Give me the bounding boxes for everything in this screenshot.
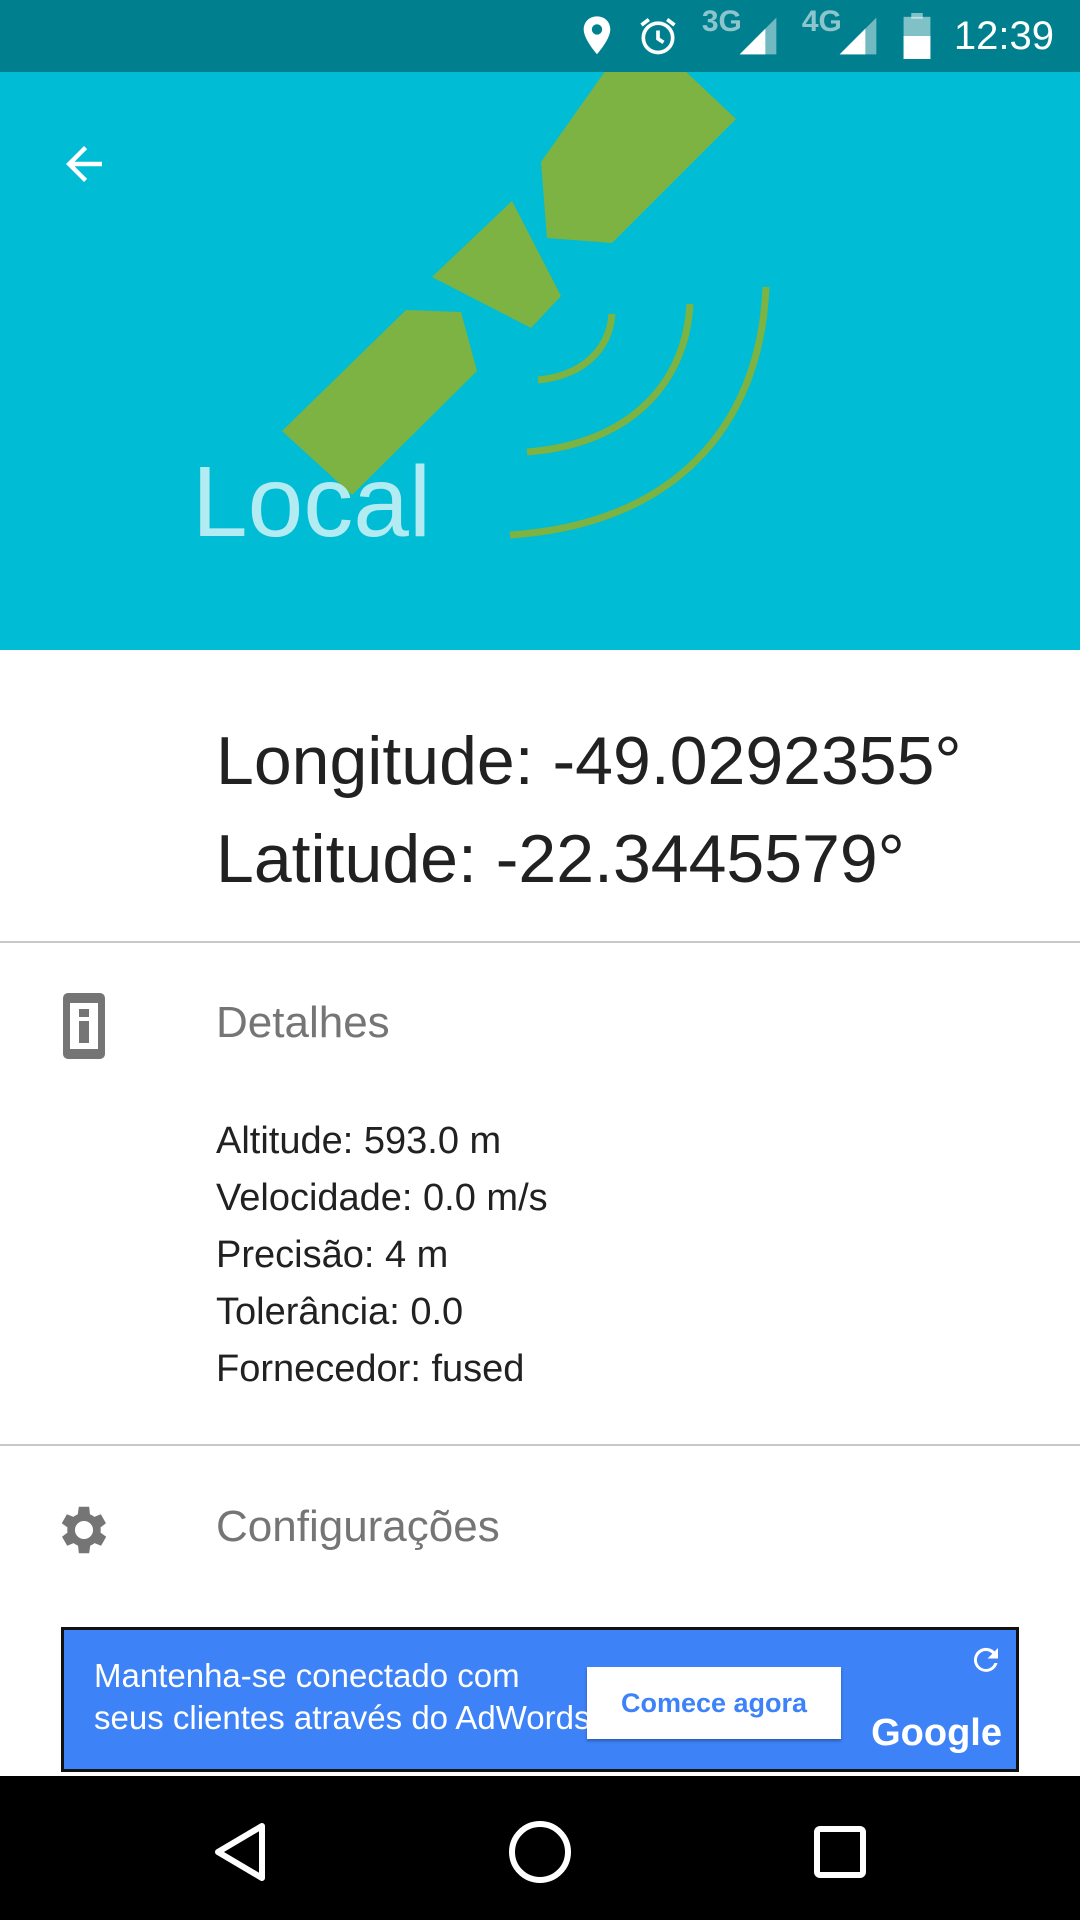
navigation-bar (0, 1776, 1080, 1920)
status-bar: 3G 4G 12:39 (0, 0, 1080, 72)
detail-altitude: Altitude: 593.0 m (216, 1120, 502, 1162)
divider (0, 941, 1080, 943)
detail-speed: Velocidade: 0.0 m/s (216, 1177, 548, 1219)
latitude-value: Latitude: -22.3445579° (216, 821, 905, 897)
alarm-icon (636, 14, 680, 58)
network-4g-label: 4G (801, 5, 842, 38)
back-triangle-icon (215, 1823, 265, 1881)
ad-text: Mantenha-se conectado com seus clientes … (94, 1655, 600, 1739)
ad-cta-button[interactable]: Comece agora (587, 1667, 841, 1739)
ad-brand-logo: Google (871, 1712, 1002, 1754)
longitude-value: Longitude: -49.0292355° (216, 723, 962, 799)
recents-square-icon (814, 1826, 866, 1878)
detail-accuracy: Precisão: 4 m (216, 1234, 449, 1276)
nav-home-button[interactable] (500, 1812, 580, 1892)
network-3g-label: 3G (701, 5, 742, 38)
home-circle-icon (509, 1821, 571, 1883)
info-icon (52, 990, 116, 1062)
detail-tolerance: Tolerância: 0.0 (216, 1291, 464, 1333)
details-title: Detalhes (216, 998, 390, 1047)
detail-provider: Fornecedor: fused (216, 1348, 525, 1390)
arrow-back-icon (66, 146, 102, 182)
ad-text-line-1: Mantenha-se conectado com (94, 1657, 520, 1694)
ad-banner[interactable]: Mantenha-se conectado com seus clientes … (61, 1627, 1019, 1772)
divider (0, 1444, 1080, 1446)
settings-title[interactable]: Configurações (216, 1502, 500, 1552)
satellite-illustration (282, 72, 770, 539)
back-button[interactable] (48, 128, 120, 200)
signal-3g-icon (736, 14, 780, 58)
gear-icon[interactable] (52, 1496, 116, 1564)
refresh-icon[interactable] (968, 1642, 1004, 1683)
nav-recents-button[interactable] (800, 1812, 880, 1892)
page-title: Local (192, 446, 432, 558)
clock: 12:39 (953, 13, 1054, 58)
header: Local (0, 72, 1080, 650)
battery-icon (902, 13, 932, 59)
coordinates: Longitude: -49.0292355° Latitude: -22.34… (216, 712, 962, 908)
location-icon (580, 15, 614, 57)
signal-4g-icon (836, 14, 880, 58)
nav-back-button[interactable] (200, 1812, 280, 1892)
details-list: Altitude: 593.0 m Velocidade: 0.0 m/s Pr… (216, 1113, 548, 1398)
ad-text-line-2: seus clientes através do AdWords. (94, 1699, 600, 1736)
